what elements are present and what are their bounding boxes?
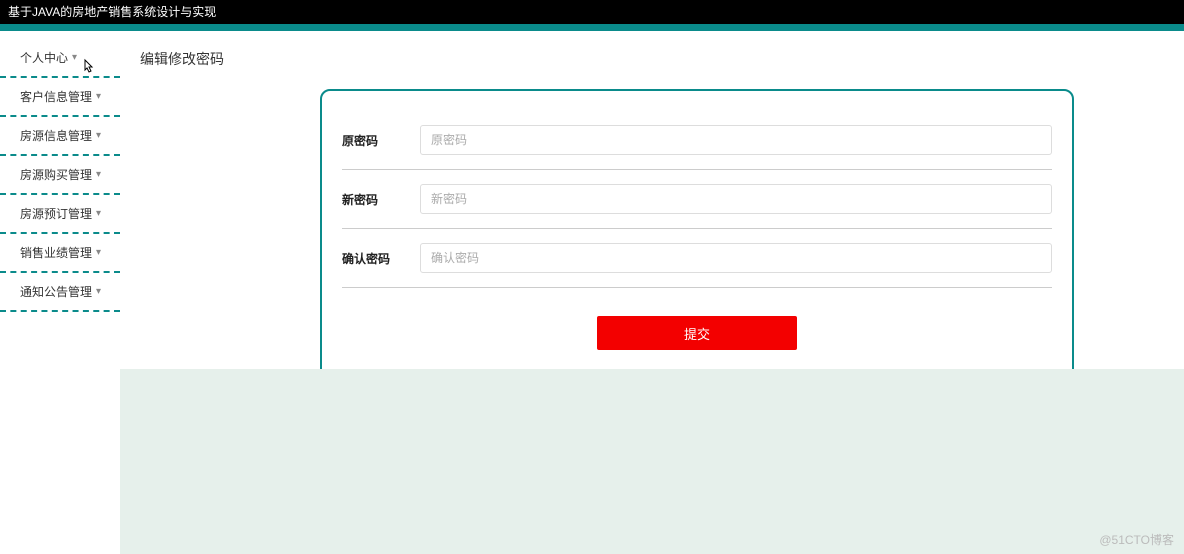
chevron-down-icon: ▾: [96, 208, 101, 219]
sidebar-item-house-info[interactable]: 房源信息管理 ▾: [0, 117, 120, 156]
new-password-input[interactable]: [420, 184, 1052, 214]
form-row-new-password: 新密码: [342, 170, 1052, 229]
form-row-confirm-password: 确认密码: [342, 229, 1052, 288]
bottom-area: [120, 369, 1184, 554]
new-password-label: 新密码: [342, 191, 402, 208]
sidebar-item-label: 房源预订管理: [20, 205, 92, 222]
sidebar: 个人中心 ▾ 客户信息管理 ▾ 房源信息管理 ▾ 房源购买管理 ▾ 房源预订管理…: [0, 31, 120, 554]
sidebar-item-notice[interactable]: 通知公告管理 ▾: [0, 273, 120, 312]
old-password-label: 原密码: [342, 132, 402, 149]
sidebar-item-label: 房源信息管理: [20, 127, 92, 144]
sidebar-item-house-booking[interactable]: 房源预订管理 ▾: [0, 195, 120, 234]
chevron-down-icon: ▾: [96, 286, 101, 297]
password-form-card: 原密码 新密码 确认密码 提交: [320, 89, 1074, 392]
watermark: @51CTO博客: [1099, 531, 1174, 548]
chevron-down-icon: ▾: [96, 247, 101, 258]
sidebar-item-customer-info[interactable]: 客户信息管理 ▾: [0, 78, 120, 117]
chevron-down-icon: ▾: [72, 52, 77, 63]
sidebar-item-label: 房源购买管理: [20, 166, 92, 183]
app-title: 基于JAVA的房地产销售系统设计与实现: [8, 5, 216, 19]
page-title: 编辑修改密码: [140, 49, 1184, 69]
chevron-down-icon: ▾: [96, 169, 101, 180]
header-stripe: [0, 24, 1184, 31]
sidebar-item-label: 客户信息管理: [20, 88, 92, 105]
chevron-down-icon: ▾: [96, 91, 101, 102]
button-row: 提交: [342, 316, 1052, 350]
sidebar-item-sales-performance[interactable]: 销售业绩管理 ▾: [0, 234, 120, 273]
form-row-old-password: 原密码: [342, 111, 1052, 170]
confirm-password-input[interactable]: [420, 243, 1052, 273]
confirm-password-label: 确认密码: [342, 250, 402, 267]
sidebar-item-house-purchase[interactable]: 房源购买管理 ▾: [0, 156, 120, 195]
sidebar-item-personal-center[interactable]: 个人中心 ▾: [0, 39, 120, 78]
chevron-down-icon: ▾: [96, 130, 101, 141]
sidebar-item-label: 销售业绩管理: [20, 244, 92, 261]
sidebar-item-label: 通知公告管理: [20, 283, 92, 300]
sidebar-item-label: 个人中心: [20, 49, 68, 66]
submit-button[interactable]: 提交: [597, 316, 797, 350]
top-bar: 基于JAVA的房地产销售系统设计与实现: [0, 0, 1184, 24]
old-password-input[interactable]: [420, 125, 1052, 155]
